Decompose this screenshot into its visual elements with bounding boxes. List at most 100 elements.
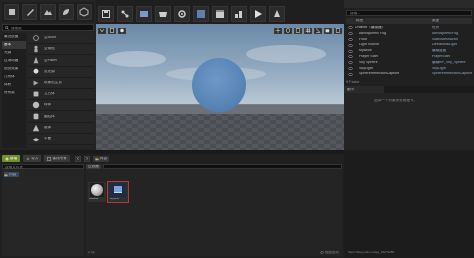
- translate-tool-button[interactable]: [274, 27, 282, 34]
- asset-search-input[interactable]: [102, 164, 342, 169]
- asset-item[interactable]: 玩家出生点: [28, 78, 94, 89]
- paint-mode-button[interactable]: [22, 4, 38, 20]
- import-button[interactable]: 导入: [23, 155, 42, 162]
- back-button[interactable]: [74, 155, 81, 162]
- marketplace-icon: [159, 12, 167, 17]
- camera-speed-button[interactable]: [324, 27, 332, 34]
- level-viewport[interactable]: [96, 24, 344, 150]
- visibility-eye-icon[interactable]: [348, 44, 353, 47]
- visibility-eye-icon[interactable]: [348, 49, 353, 53]
- asset-item[interactable]: 平面: [28, 134, 94, 145]
- blueprint-thumbnail: [110, 183, 126, 197]
- asset-label: 立方体: [44, 92, 55, 96]
- outliner-search-placeholder: 搜索...: [350, 12, 361, 15]
- path-breadcrumb[interactable]: 内容: [92, 155, 109, 162]
- pawn-icon: [31, 56, 40, 65]
- details-panel: 细节 选择一个对象来查看细节。: [344, 86, 474, 150]
- category-item[interactable]: 过场动画: [2, 57, 26, 65]
- visibility-eye-icon[interactable]: [348, 26, 353, 30]
- foliage-mode-button[interactable]: [58, 4, 74, 20]
- angle-icon: [315, 28, 321, 33]
- grid-snap-button[interactable]: [304, 27, 312, 34]
- category-item-selected[interactable]: 基本: [2, 41, 26, 49]
- asset-item[interactable]: 空Actor: [28, 33, 94, 45]
- category-label: 几何体: [4, 75, 15, 79]
- outliner-list: Untitled（编辑器） 世界 Atmospheric Fog Atmospher…: [346, 25, 472, 77]
- asset-item[interactable]: 空Pawn: [28, 55, 94, 67]
- view-options-button[interactable]: 视图选项: [319, 250, 339, 255]
- rotate-tool-button[interactable]: [284, 27, 292, 34]
- sphere-actor[interactable]: [192, 58, 246, 112]
- watermark-text: https://blog.csdn.net/qq_33274258: [348, 251, 395, 254]
- asset-item[interactable]: 立方体: [28, 89, 94, 101]
- maximize-viewport-button[interactable]: [334, 27, 342, 34]
- launch-button[interactable]: [269, 6, 285, 22]
- asset-item[interactable]: 圆柱体: [28, 111, 94, 123]
- mode-toolbar: [2, 2, 94, 22]
- asset-label: 锥体: [44, 125, 52, 129]
- folder-tree-panel: 搜索文件夹 内容: [2, 164, 84, 256]
- scale-tool-button[interactable]: [294, 27, 302, 34]
- asset-tile[interactable]: Material: [88, 182, 106, 202]
- source-control-button[interactable]: [117, 6, 133, 22]
- visibility-eye-icon[interactable]: [348, 67, 353, 70]
- filters-button[interactable]: 过滤器: [86, 164, 101, 169]
- settings-button[interactable]: [174, 6, 190, 22]
- asset-tile-selected[interactable]: Myactor: [107, 181, 129, 203]
- outliner-search-input[interactable]: 搜索...: [346, 10, 472, 16]
- perspective-button[interactable]: [108, 27, 116, 34]
- visibility-eye-icon[interactable]: [348, 32, 353, 35]
- place-mode-button[interactable]: [4, 4, 20, 20]
- marketplace-button[interactable]: [155, 6, 171, 22]
- visibility-eye-icon[interactable]: [348, 61, 353, 64]
- details-tab[interactable]: 细节: [344, 86, 384, 93]
- category-item[interactable]: 光源: [2, 49, 26, 57]
- category-item[interactable]: 所有类: [2, 89, 26, 97]
- geometry-mode-button[interactable]: [76, 4, 93, 20]
- plane-icon: [31, 134, 40, 143]
- toolbar-buttons: [98, 6, 285, 22]
- blueprints-button[interactable]: [193, 6, 209, 22]
- add-new-button[interactable]: 新增: [2, 155, 21, 162]
- folder-tree-root[interactable]: 内容: [4, 172, 20, 177]
- category-label: 基本: [4, 43, 12, 47]
- asset-label: 空角色: [44, 47, 55, 51]
- point-light-icon: [31, 67, 40, 76]
- world-outliner: 搜索... 标签 类型 Untitled（编辑器） 世界 Atmospheric …: [344, 0, 474, 86]
- view-options-label: 视图选项: [324, 250, 339, 254]
- category-item[interactable]: 几何体: [2, 73, 26, 81]
- viewport-options-button[interactable]: [98, 27, 106, 34]
- visibility-eye-icon[interactable]: [348, 55, 353, 59]
- asset-item[interactable]: 锥体: [28, 123, 94, 134]
- cone-icon: [31, 123, 40, 132]
- asset-item[interactable]: 空角色: [28, 44, 94, 56]
- build-button[interactable]: [231, 6, 247, 22]
- category-label: 视觉效果: [4, 67, 19, 71]
- save-all-button[interactable]: 保存所有: [44, 155, 70, 162]
- visibility-eye-icon[interactable]: [348, 38, 353, 41]
- outliner-row[interactable]: SphereReflectionCapture SphereReflectionC…: [346, 71, 472, 77]
- cylinder-icon: [31, 112, 40, 121]
- cube-icon: [31, 90, 40, 99]
- folder-search-input[interactable]: 搜索文件夹: [2, 164, 84, 169]
- category-label: 体积: [4, 83, 12, 87]
- category-item[interactable]: 最近放置: [2, 33, 26, 41]
- main-toolbar: [96, 0, 344, 24]
- asset-item[interactable]: 点光源: [28, 67, 94, 78]
- category-item[interactable]: 视觉效果: [2, 65, 26, 73]
- forward-button[interactable]: [83, 155, 90, 162]
- lit-button[interactable]: [118, 27, 126, 34]
- asset-item[interactable]: 球体: [28, 100, 94, 112]
- place-icon: [8, 9, 15, 15]
- play-button[interactable]: [250, 6, 266, 22]
- category-item[interactable]: 体积: [2, 81, 26, 89]
- landscape-mode-button[interactable]: [40, 4, 56, 20]
- angle-snap-button[interactable]: [314, 27, 322, 34]
- visibility-eye-icon[interactable]: [348, 73, 353, 76]
- outliner-row-type: SphereReflectionCapture: [432, 72, 472, 76]
- cinematics-button[interactable]: [212, 6, 228, 22]
- content-browser-tab-bar: [0, 150, 344, 154]
- content-button[interactable]: [136, 6, 152, 22]
- save-button[interactable]: [98, 6, 114, 22]
- class-search-input[interactable]: 搜索类: [2, 24, 94, 31]
